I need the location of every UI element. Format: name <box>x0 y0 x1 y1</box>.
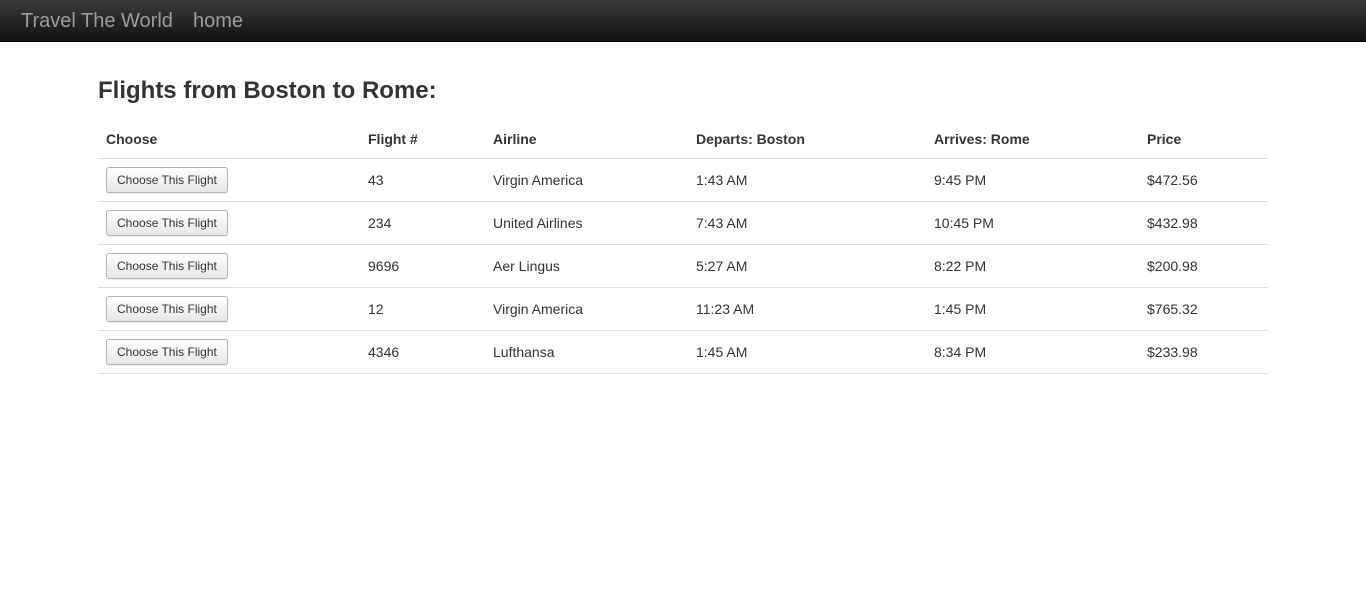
table-row: Choose This Flight 9696 Aer Lingus 5:27 … <box>98 244 1268 288</box>
choose-flight-button[interactable]: Choose This Flight <box>106 167 228 193</box>
choose-flight-button[interactable]: Choose This Flight <box>106 339 228 365</box>
airline-cell: United Airlines <box>485 201 688 245</box>
header-departs: Departs: Boston <box>688 119 926 159</box>
flight-number-cell: 234 <box>360 201 485 245</box>
airline-cell: Virgin America <box>485 287 688 331</box>
nav-home-link[interactable]: home <box>193 9 243 33</box>
flight-number-cell: 12 <box>360 287 485 331</box>
table-header-row: Choose Flight # Airline Departs: Boston … <box>98 119 1268 159</box>
airline-cell: Lufthansa <box>485 330 688 374</box>
header-price: Price <box>1139 119 1268 159</box>
choose-cell: Choose This Flight <box>98 287 360 331</box>
choose-flight-button[interactable]: Choose This Flight <box>106 296 228 322</box>
price-cell: $233.98 <box>1139 330 1268 374</box>
flights-table: Choose Flight # Airline Departs: Boston … <box>98 119 1268 374</box>
choose-cell: Choose This Flight <box>98 244 360 288</box>
header-arrives: Arrives: Rome <box>926 119 1139 159</box>
choose-cell: Choose This Flight <box>98 201 360 245</box>
price-cell: $200.98 <box>1139 244 1268 288</box>
table-row: Choose This Flight 12 Virgin America 11:… <box>98 287 1268 331</box>
page-title: Flights from Boston to Rome: <box>98 77 437 104</box>
airline-cell: Virgin America <box>485 158 688 202</box>
header-choose: Choose <box>98 119 360 159</box>
top-navbar: Travel The World home <box>0 0 1366 42</box>
brand-link[interactable]: Travel The World <box>21 9 173 33</box>
departs-cell: 11:23 AM <box>688 287 926 331</box>
price-cell: $432.98 <box>1139 201 1268 245</box>
arrives-cell: 1:45 PM <box>926 287 1139 331</box>
table-row: Choose This Flight 4346 Lufthansa 1:45 A… <box>98 330 1268 374</box>
airline-cell: Aer Lingus <box>485 244 688 288</box>
arrives-cell: 8:22 PM <box>926 244 1139 288</box>
departs-cell: 5:27 AM <box>688 244 926 288</box>
choose-cell: Choose This Flight <box>98 330 360 374</box>
flight-number-cell: 9696 <box>360 244 485 288</box>
choose-flight-button[interactable]: Choose This Flight <box>106 253 228 279</box>
departs-cell: 1:43 AM <box>688 158 926 202</box>
arrives-cell: 9:45 PM <box>926 158 1139 202</box>
header-flight-number: Flight # <box>360 119 485 159</box>
choose-flight-button[interactable]: Choose This Flight <box>106 210 228 236</box>
choose-cell: Choose This Flight <box>98 158 360 202</box>
departs-cell: 7:43 AM <box>688 201 926 245</box>
departs-cell: 1:45 AM <box>688 330 926 374</box>
table-row: Choose This Flight 43 Virgin America 1:4… <box>98 158 1268 202</box>
arrives-cell: 10:45 PM <box>926 201 1139 245</box>
arrives-cell: 8:34 PM <box>926 330 1139 374</box>
price-cell: $765.32 <box>1139 287 1268 331</box>
table-row: Choose This Flight 234 United Airlines 7… <box>98 201 1268 245</box>
price-cell: $472.56 <box>1139 158 1268 202</box>
flight-number-cell: 4346 <box>360 330 485 374</box>
flight-number-cell: 43 <box>360 158 485 202</box>
header-airline: Airline <box>485 119 688 159</box>
